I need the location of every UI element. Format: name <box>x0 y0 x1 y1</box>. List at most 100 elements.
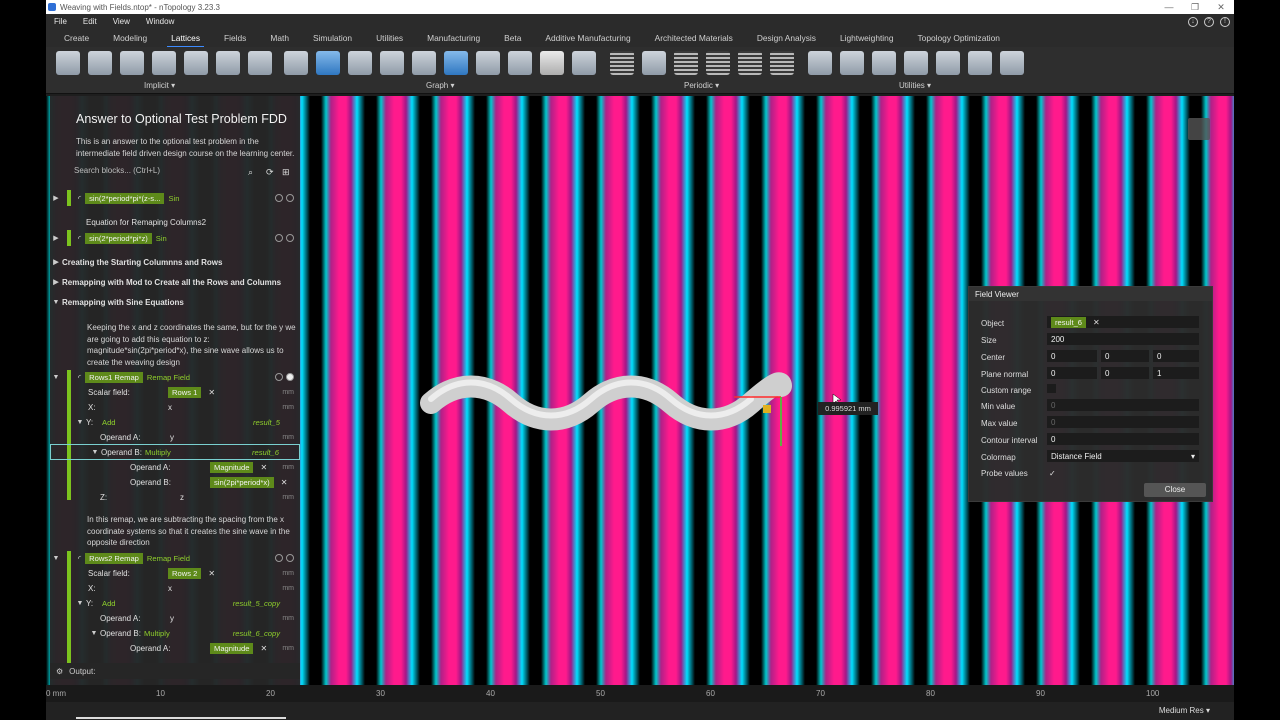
implicit-tool-icon-6[interactable] <box>216 51 240 75</box>
expand-icon[interactable]: ▶ <box>50 194 62 202</box>
minimize-icon[interactable]: — <box>1156 2 1182 12</box>
graph-tool-icon-9[interactable] <box>540 51 564 75</box>
graph-tool-icon-10[interactable] <box>572 51 596 75</box>
close-icon[interactable]: ✕ <box>1208 2 1234 13</box>
graph-tool-icon-6[interactable] <box>444 51 468 75</box>
graph-tool-icon-4[interactable] <box>380 51 404 75</box>
tab-fields[interactable]: Fields <box>224 33 246 43</box>
remove-icon[interactable]: ✕ <box>208 569 215 578</box>
search-blocks[interactable]: Search blocks... (Ctrl+L) ⌕ ⟳ ⊞ <box>74 166 296 180</box>
graph-tool-icon-7[interactable] <box>476 51 500 75</box>
tab-design-analysis[interactable]: Design Analysis <box>757 33 816 43</box>
maximize-icon[interactable]: ❐ <box>1182 2 1208 13</box>
info-icon[interactable] <box>275 194 283 202</box>
add-block-icon[interactable]: ⊞ <box>282 167 290 178</box>
x-input[interactable]: X: x mm <box>50 580 300 596</box>
periodic-tool-icon-5[interactable] <box>738 51 762 75</box>
remove-icon[interactable]: ✕ <box>1093 318 1100 327</box>
notifications-icon[interactable]: ! <box>1220 16 1230 27</box>
operand-a-input[interactable]: Operand A: Magnitude ✕ mm <box>50 459 300 475</box>
rows2-remap-block[interactable]: ▼ ◜ Rows2 Remap Remap Field <box>50 550 300 566</box>
implicit-tool-icon-7[interactable] <box>248 51 272 75</box>
expand-icon[interactable]: ▶ <box>50 278 62 286</box>
section-remapping-sine[interactable]: ▼ Remapping with Sine Equations <box>50 294 300 310</box>
probe-marker[interactable] <box>763 405 771 413</box>
input-value[interactable]: Magnitude <box>210 461 254 473</box>
max-value-input[interactable]: 0 <box>1047 416 1199 428</box>
input-value[interactable]: y <box>170 433 174 442</box>
info-icon[interactable] <box>275 234 283 242</box>
input-value[interactable]: z <box>180 493 184 502</box>
visibility-icon[interactable] <box>286 194 294 202</box>
implicit-tool-icon-5[interactable] <box>184 51 208 75</box>
center-z-input[interactable]: 0 <box>1153 350 1199 362</box>
operand-a-input[interactable]: Operand A: y mm <box>50 610 300 626</box>
utilities-tool-icon-5[interactable] <box>936 51 960 75</box>
colormap-select[interactable]: Distance Field ▾ <box>1047 450 1199 462</box>
group-graph[interactable]: Graph ▾ <box>426 81 454 90</box>
utilities-tool-icon-1[interactable] <box>808 51 832 75</box>
section-remapping-mod[interactable]: ▶ Remapping with Mod to Create all the R… <box>50 274 300 290</box>
input-value[interactable]: sin(2pi*period*x) <box>210 476 274 488</box>
input-value[interactable]: x <box>168 584 172 593</box>
group-implicit[interactable]: Implicit ▾ <box>144 81 175 90</box>
implicit-tool-icon-4[interactable] <box>152 51 176 75</box>
menu-window[interactable]: Window <box>138 17 182 26</box>
operand-b-input[interactable]: ▼ Operand B: Multiply result_6 <box>50 444 300 460</box>
graph-tool-icon-3[interactable] <box>348 51 372 75</box>
tab-create[interactable]: Create <box>64 33 89 43</box>
utilities-tool-icon-7[interactable] <box>1000 51 1024 75</box>
operand-b-input[interactable]: Operand B: sin(2pi*period*x) ✕ <box>50 474 300 490</box>
tab-architected-materials[interactable]: Architected Materials <box>655 33 733 43</box>
utilities-tool-icon-6[interactable] <box>968 51 992 75</box>
remove-icon[interactable]: ✕ <box>208 388 215 397</box>
collapse-icon[interactable]: ▼ <box>89 449 101 456</box>
remove-icon[interactable]: ✕ <box>260 644 267 653</box>
tab-manufacturing[interactable]: Manufacturing <box>427 33 480 43</box>
periodic-tool-icon-3[interactable] <box>674 51 698 75</box>
resolution-select[interactable]: Medium Res ▾ <box>1159 706 1210 715</box>
rows1-remap-block[interactable]: ▼ ◜ Rows1 Remap Remap Field <box>50 369 300 385</box>
normal-y-input[interactable]: 0 <box>1101 367 1149 379</box>
output-row[interactable]: ⚙ Output: <box>50 663 300 679</box>
utilities-tool-icon-4[interactable] <box>904 51 928 75</box>
contour-interval-input[interactable]: 0 <box>1047 433 1199 445</box>
menu-view[interactable]: View <box>105 17 138 26</box>
graph-tool-icon-8[interactable] <box>508 51 532 75</box>
refresh-icon[interactable]: ⟳ <box>266 167 274 178</box>
graph-tool-icon-2[interactable] <box>316 51 340 75</box>
collapse-icon[interactable]: ▼ <box>50 555 62 562</box>
menu-edit[interactable]: Edit <box>75 17 105 26</box>
collapse-icon[interactable]: ▼ <box>74 419 86 426</box>
y-input[interactable]: ▼ Y: Add result_5 <box>50 414 300 430</box>
tab-lattices[interactable]: Lattices <box>167 33 204 48</box>
collapse-icon[interactable]: ▼ <box>50 374 62 381</box>
download-icon[interactable]: ↓ <box>1188 16 1198 27</box>
visibility-icon[interactable] <box>286 373 294 381</box>
group-utilities[interactable]: Utilities ▾ <box>899 81 931 90</box>
implicit-tool-icon-2[interactable] <box>88 51 112 75</box>
implicit-tool-icon-1[interactable] <box>56 51 80 75</box>
menu-file[interactable]: File <box>46 17 75 26</box>
search-input[interactable]: Search blocks... (Ctrl+L) <box>74 166 160 175</box>
visibility-icon[interactable] <box>286 554 294 562</box>
input-value[interactable]: x <box>168 403 172 412</box>
remove-icon[interactable]: ✕ <box>281 478 288 487</box>
tab-utilities[interactable]: Utilities <box>376 33 403 43</box>
normal-z-input[interactable]: 1 <box>1153 367 1199 379</box>
input-value[interactable]: Rows 2 <box>168 567 202 579</box>
gear-icon[interactable]: ⚙ <box>56 667 63 676</box>
input-value[interactable]: Magnitude <box>210 642 254 654</box>
info-icon[interactable] <box>275 373 283 381</box>
expand-icon[interactable]: ▶ <box>50 234 62 242</box>
list-item[interactable]: ▶ ◜ sin(2*period*pi*(z-s... Sin <box>50 190 300 206</box>
input-value[interactable]: y <box>170 614 174 623</box>
view-cube-icon[interactable] <box>1188 118 1210 140</box>
implicit-tool-icon-3[interactable] <box>120 51 144 75</box>
object-field[interactable]: result_6 ✕ <box>1047 316 1199 328</box>
close-button[interactable]: Close <box>1144 483 1206 497</box>
periodic-tool-icon-4[interactable] <box>706 51 730 75</box>
center-x-input[interactable]: 0 <box>1047 350 1097 362</box>
size-input[interactable]: 200 <box>1047 333 1199 345</box>
operand-a-input[interactable]: Operand A: y mm <box>50 429 300 445</box>
